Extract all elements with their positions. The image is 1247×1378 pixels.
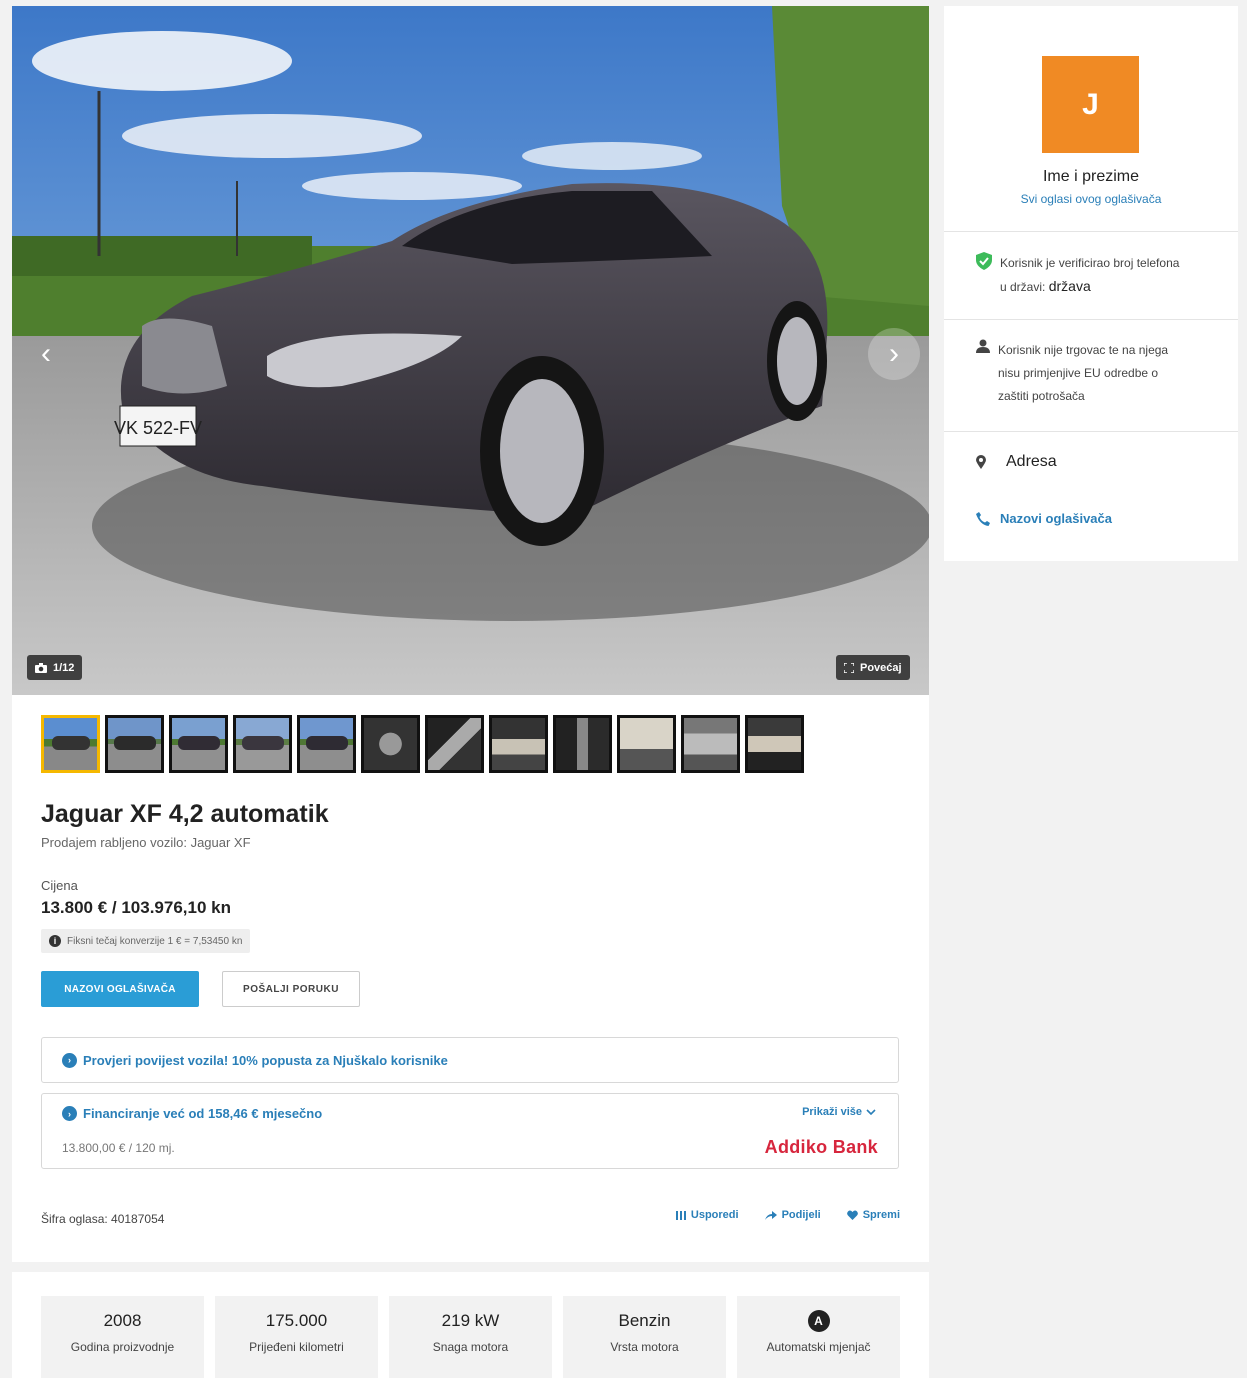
avatar: J xyxy=(1042,56,1139,153)
spec-value: 219 kW xyxy=(441,1311,500,1330)
price-label: Cijena xyxy=(41,878,78,893)
vehicle-history-box[interactable]: › Provjeri povijest vozila! 10% popusta … xyxy=(41,1037,899,1083)
spec-power: 219 kW Snaga motora xyxy=(389,1296,552,1378)
automatic-transmission-icon: A xyxy=(807,1310,830,1332)
price: 13.800 € / 103.976,10 kn xyxy=(41,898,231,917)
share-label: Podijeli xyxy=(781,1209,821,1221)
address-text: Adresa xyxy=(1006,453,1057,470)
call-advertiser-link[interactable]: Nazovi oglašivača xyxy=(1000,511,1112,526)
exchange-rate-note: i Fiksni tečaj konverzije 1 € = 7,53450 … xyxy=(41,929,251,953)
bank-logo: Addiko Bank xyxy=(764,1137,878,1157)
arrow-circle-icon: › xyxy=(62,1106,77,1121)
thumbnail[interactable] xyxy=(105,715,164,773)
chevron-down-icon xyxy=(866,1109,876,1115)
exchange-rate-text: Fiksni tečaj konverzije 1 € = 7,53450 kn xyxy=(67,935,243,947)
info-icon: i xyxy=(49,935,61,947)
non-trader-row: Korisnik nije trgovac te na njega nisu p… xyxy=(976,339,1168,408)
thumbnail[interactable] xyxy=(361,715,420,773)
location-pin-icon xyxy=(976,455,986,469)
financing-link[interactable]: Financiranje već od 158,46 € mjesečno xyxy=(83,1106,322,1121)
thumbnail[interactable] xyxy=(745,715,804,773)
spec-value: 175.000 xyxy=(265,1311,328,1330)
spec-value: Benzin xyxy=(618,1311,671,1330)
spec-mileage: 175.000 Prijeđeni kilometri xyxy=(215,1296,378,1378)
listing-subtitle: Prodajem rabljeno vozilo: Jaguar XF xyxy=(41,835,251,850)
compare-icon xyxy=(675,1211,686,1220)
save-label: Spremi xyxy=(862,1209,900,1221)
spec-label: Vrsta motora xyxy=(610,1340,679,1354)
photo-counter-text: 1/12 xyxy=(53,661,75,674)
thumbnail[interactable] xyxy=(233,715,292,773)
chevron-right-icon: › xyxy=(889,337,899,370)
ad-id: Šifra oglasa: 40187054 xyxy=(41,1212,165,1226)
license-plate-text: VK 522-FV xyxy=(114,418,202,438)
non-trader-line2: nisu primjenjive EU odredbe o xyxy=(998,366,1159,380)
call-advertiser-row[interactable]: Nazovi oglašivača xyxy=(976,511,1112,526)
main-car-photo[interactable]: VK 522-FV xyxy=(12,6,929,695)
verified-shield-icon xyxy=(976,252,992,270)
thumbnail[interactable] xyxy=(681,715,740,773)
spec-transmission: A Automatski mjenjač xyxy=(737,1296,900,1378)
share-button[interactable]: Podijeli xyxy=(764,1209,821,1221)
address-row: Adresa xyxy=(976,453,1057,471)
compare-button[interactable]: Usporedi xyxy=(675,1209,739,1221)
spec-label: Prijeđeni kilometri xyxy=(249,1340,344,1354)
verified-phone-row: Korisnik je verificirao broj telefona u … xyxy=(976,252,1179,299)
seller-name: Ime i prezime xyxy=(1042,168,1140,185)
all-ads-link[interactable]: Svi oglasi ovog oglašivača xyxy=(944,192,1238,206)
verified-text-line2: u državi: xyxy=(1000,280,1046,294)
camera-icon xyxy=(35,662,47,673)
thumbnail[interactable] xyxy=(489,715,548,773)
show-more-label: Prikaži više xyxy=(802,1106,862,1118)
zoom-label: Povećaj xyxy=(860,661,902,674)
spec-label: Snaga motora xyxy=(432,1340,509,1354)
share-icon xyxy=(764,1211,777,1220)
divider xyxy=(944,319,1238,320)
specs-card: 2008 Godina proizvodnje 175.000 Prijeđen… xyxy=(12,1272,929,1378)
divider xyxy=(944,431,1238,432)
thumbnail[interactable] xyxy=(297,715,356,773)
spec-label: Godina proizvodnje xyxy=(70,1340,175,1354)
spec-fuel: Benzin Vrsta motora xyxy=(563,1296,726,1378)
verified-country: država xyxy=(1048,278,1091,294)
save-button[interactable]: Spremi xyxy=(846,1209,900,1221)
divider xyxy=(944,231,1238,232)
listing-card: VK 522-FV ‹ › 1/12 Povećaj Jaguar XF 4,2… xyxy=(12,6,929,1262)
show-more-button[interactable]: Prikaži više xyxy=(802,1106,876,1118)
thumbnail-strip xyxy=(41,715,804,773)
thumbnail[interactable] xyxy=(553,715,612,773)
thumbnail[interactable] xyxy=(169,715,228,773)
non-trader-line3: zaštiti potrošača xyxy=(998,389,1085,403)
seller-card: J Ime i prezime Svi oglasi ovog oglašiva… xyxy=(944,6,1238,561)
listing-title: Jaguar XF 4,2 automatik xyxy=(41,800,329,828)
thumbnail[interactable] xyxy=(617,715,676,773)
previous-photo-button[interactable]: ‹ xyxy=(20,328,72,380)
compare-label: Usporedi xyxy=(690,1209,739,1221)
zoom-button[interactable]: Povećaj xyxy=(836,655,910,680)
arrow-circle-icon: › xyxy=(62,1052,77,1068)
listing-actions: Usporedi Podijeli Spremi xyxy=(675,1209,900,1221)
spec-label: Automatski mjenjač xyxy=(766,1340,871,1354)
expand-icon xyxy=(844,662,854,673)
chevron-left-icon: ‹ xyxy=(41,337,51,370)
thumbnail[interactable] xyxy=(41,715,100,773)
financing-summary: 13.800,00 € / 120 mj. xyxy=(62,1141,175,1155)
spec-year: 2008 Godina proizvodnje xyxy=(41,1296,204,1378)
specs-list: 2008 Godina proizvodnje 175.000 Prijeđen… xyxy=(41,1296,900,1378)
next-photo-button[interactable]: › xyxy=(868,328,920,380)
spec-value: 2008 xyxy=(103,1311,142,1330)
verified-text-line1: Korisnik je verificirao broj telefona xyxy=(1000,256,1180,270)
thumbnail[interactable] xyxy=(425,715,484,773)
photo-counter: 1/12 xyxy=(27,655,83,680)
financing-box: › Financiranje već od 158,46 € mjesečno … xyxy=(41,1093,899,1169)
vehicle-history-link[interactable]: Provjeri povijest vozila! 10% popusta za… xyxy=(83,1053,448,1068)
person-icon xyxy=(976,339,990,353)
phone-icon xyxy=(976,511,990,526)
non-trader-line1: Korisnik nije trgovac te na njega xyxy=(998,343,1169,357)
call-advertiser-button[interactable]: NAZOVI OGLAŠIVAČA xyxy=(41,971,199,1007)
photo-gallery[interactable]: VK 522-FV ‹ › 1/12 Povećaj xyxy=(12,6,929,695)
send-message-button[interactable]: POŠALJI PORUKU xyxy=(222,971,360,1007)
heart-icon xyxy=(846,1210,858,1220)
